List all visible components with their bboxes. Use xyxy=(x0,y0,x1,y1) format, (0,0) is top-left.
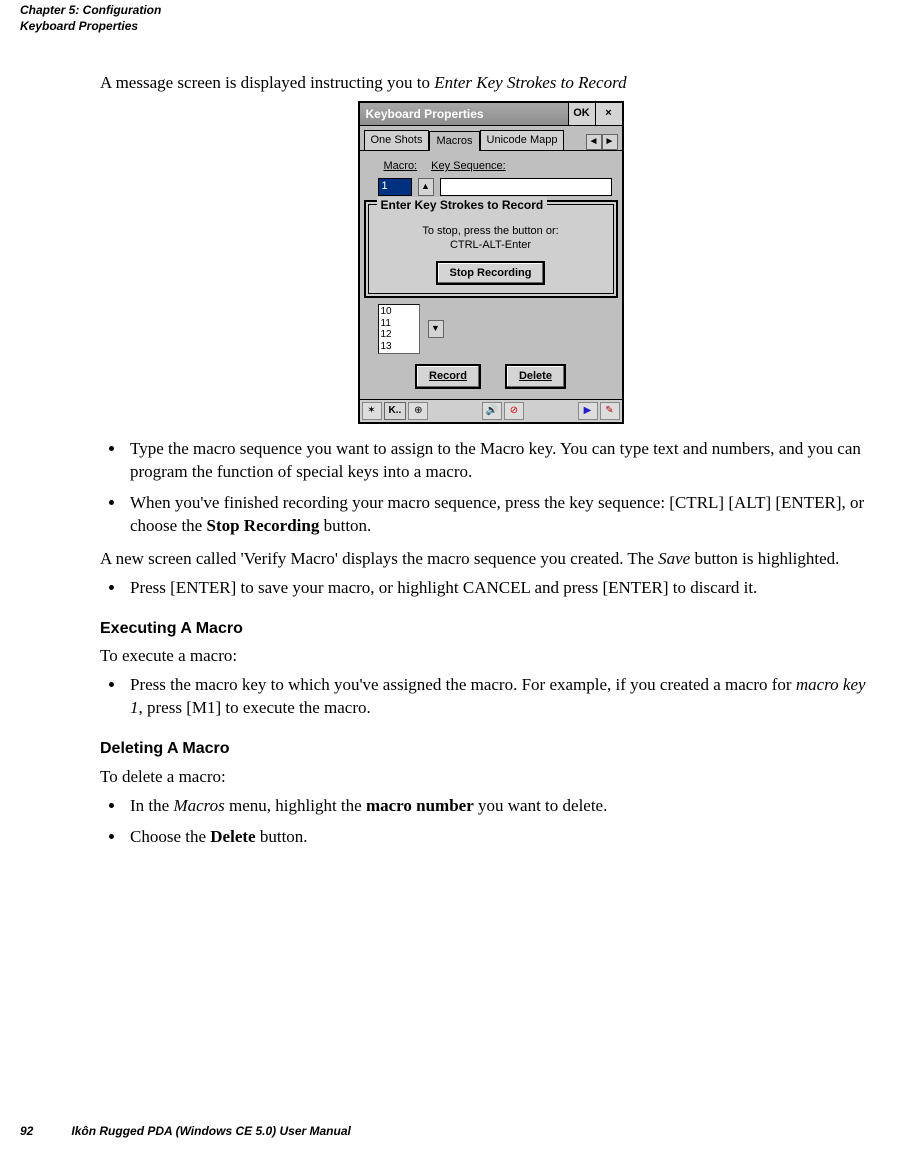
del-intro: To delete a macro: xyxy=(100,766,881,789)
tab-scroll-left[interactable]: ◄ xyxy=(586,134,602,150)
macro-spin-up[interactable]: ▲ xyxy=(418,178,434,196)
instruction-list-4: In the Macros menu, highlight the macro … xyxy=(100,795,881,849)
manual-title: Ikôn Rugged PDA (Windows CE 5.0) User Ma… xyxy=(71,1123,350,1139)
window-titlebar: Keyboard Properties OK × xyxy=(360,103,622,126)
list-item: In the Macros menu, highlight the macro … xyxy=(126,795,881,818)
intro-paragraph: A message screen is displayed instructin… xyxy=(100,72,881,95)
keyboard-properties-window: Keyboard Properties OK × One Shots Macro… xyxy=(358,101,624,424)
key-sequence-field[interactable] xyxy=(440,178,612,196)
taskbar: ✶ K.. ⊕ 🔊 ⊘ ▶ ✎ xyxy=(360,399,622,422)
tab-bar: One Shots Macros Unicode Mapp ◄ ► xyxy=(360,126,622,150)
heading-deleting-macro: Deleting A Macro xyxy=(100,738,881,760)
tab-scroll-right[interactable]: ► xyxy=(602,134,618,150)
label-macro: Macro: xyxy=(384,159,418,174)
list-item: Press [ENTER] to save your macro, or hig… xyxy=(126,577,881,600)
macro-listbox[interactable]: 10 11 12 13 xyxy=(378,304,420,354)
header-chapter: Chapter 5: Configuration xyxy=(20,2,881,18)
list-item: Type the macro sequence you want to assi… xyxy=(126,438,881,484)
macro-panel: Macro: Key Sequence: 1 ▲ Enter Key Strok… xyxy=(360,150,622,399)
header-section: Keyboard Properties xyxy=(20,18,881,34)
screenshot: Keyboard Properties OK × One Shots Macro… xyxy=(358,101,624,424)
dialog-message: To stop, press the button or: CTRL-ALT-E… xyxy=(375,225,607,253)
tab-unicode[interactable]: Unicode Mapp xyxy=(480,130,565,150)
window-title: Keyboard Properties xyxy=(360,103,568,125)
network-icon[interactable]: ⊕ xyxy=(408,402,428,420)
list-item: When you've finished recording your macr… xyxy=(126,492,881,538)
list-spin-down[interactable]: ▼ xyxy=(428,320,444,338)
record-button[interactable]: Record xyxy=(415,364,481,389)
label-key-sequence: Key Sequence: xyxy=(431,159,506,174)
pen-icon[interactable]: ✎ xyxy=(600,402,620,420)
instruction-list-1: Type the macro sequence you want to assi… xyxy=(100,438,881,538)
start-icon[interactable]: ✶ xyxy=(362,402,382,420)
taskbar-app[interactable]: K.. xyxy=(384,402,407,420)
tab-one-shots[interactable]: One Shots xyxy=(364,130,430,150)
heading-executing-macro: Executing A Macro xyxy=(100,618,881,640)
running-header: Chapter 5: Configuration Keyboard Proper… xyxy=(20,0,881,34)
dialog-title: Enter Key Strokes to Record xyxy=(377,197,548,213)
instruction-list-3: Press the macro key to which you've assi… xyxy=(100,674,881,720)
record-dialog: Enter Key Strokes to Record To stop, pre… xyxy=(364,200,618,298)
alert-icon[interactable]: ⊘ xyxy=(504,402,524,420)
ok-button[interactable]: OK xyxy=(568,103,595,125)
exec-intro: To execute a macro: xyxy=(100,645,881,668)
play-icon[interactable]: ▶ xyxy=(578,402,598,420)
close-button[interactable]: × xyxy=(595,103,622,125)
list-item: Press the macro key to which you've assi… xyxy=(126,674,881,720)
stop-recording-button[interactable]: Stop Recording xyxy=(436,261,546,286)
page-number: 92 xyxy=(20,1123,33,1139)
page-footer: 92 Ikôn Rugged PDA (Windows CE 5.0) User… xyxy=(20,1123,351,1139)
verify-macro-paragraph: A new screen called 'Verify Macro' displ… xyxy=(100,548,881,571)
macro-number-field[interactable]: 1 xyxy=(378,178,412,196)
tab-scroll: ◄ ► xyxy=(586,134,618,150)
volume-icon[interactable]: 🔊 xyxy=(482,402,502,420)
list-item: Choose the Delete button. xyxy=(126,826,881,849)
delete-button[interactable]: Delete xyxy=(505,364,566,389)
tab-macros[interactable]: Macros xyxy=(429,131,479,151)
instruction-list-2: Press [ENTER] to save your macro, or hig… xyxy=(100,577,881,600)
